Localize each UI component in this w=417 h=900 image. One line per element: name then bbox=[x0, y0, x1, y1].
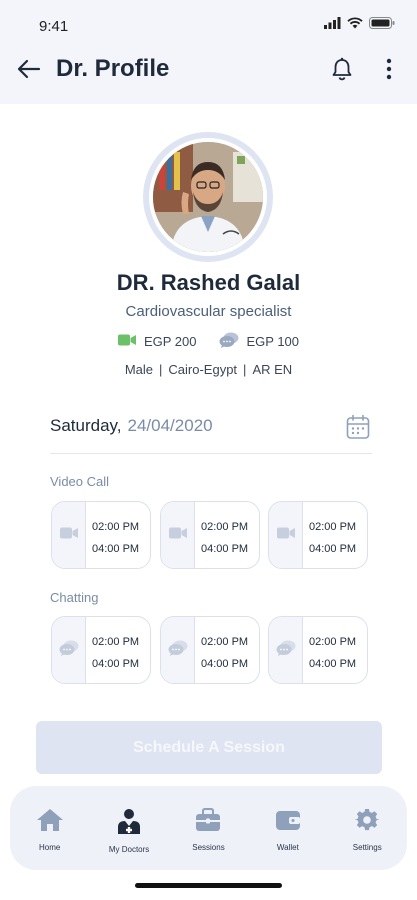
doctor-location: Cairo-Egypt bbox=[168, 362, 238, 377]
slot-times: 02:00 PM 04:00 PM bbox=[201, 516, 248, 560]
back-button[interactable] bbox=[14, 56, 44, 86]
bell-icon bbox=[331, 57, 353, 86]
page-title: Dr. Profile bbox=[56, 55, 170, 82]
wifi-icon bbox=[347, 17, 363, 29]
nav-item-home[interactable]: Home bbox=[15, 808, 85, 852]
nav-label: My Doctors bbox=[108, 845, 150, 854]
home-indicator[interactable] bbox=[135, 883, 282, 888]
video-camera-icon bbox=[59, 526, 78, 544]
price-row: EGP 200 EGP 100 bbox=[0, 332, 417, 351]
slot-times: 02:00 PM 04:00 PM bbox=[309, 631, 356, 675]
nav-row: Dr. Profile bbox=[0, 52, 417, 92]
slot-icon-box bbox=[52, 502, 86, 568]
chat-bubbles-icon bbox=[219, 332, 239, 351]
calendar-icon bbox=[346, 414, 370, 444]
nav-label: Wallet bbox=[276, 843, 299, 852]
more-options-button[interactable] bbox=[379, 56, 399, 86]
video-call-label: Video Call bbox=[50, 474, 110, 489]
slot-icon-box bbox=[269, 617, 303, 683]
battery-icon bbox=[369, 17, 395, 29]
calendar-button[interactable] bbox=[346, 414, 372, 440]
date-day: Saturday, bbox=[50, 416, 122, 435]
notifications-button[interactable] bbox=[327, 56, 357, 86]
doctor-icon bbox=[117, 808, 141, 839]
bottom-nav: Home My Doctors Sessions Wallet Settings bbox=[10, 786, 407, 870]
slot-start-time: 02:00 PM bbox=[309, 636, 357, 648]
chat-price: EGP 100 bbox=[219, 332, 300, 351]
doctor-languages: AR EN bbox=[252, 362, 293, 377]
nav-item-wallet[interactable]: Wallet bbox=[253, 808, 323, 852]
video-slot[interactable]: 02:00 PM 04:00 PM bbox=[160, 501, 260, 569]
wallet-icon bbox=[275, 808, 301, 837]
nav-label: Home bbox=[39, 843, 61, 852]
separator: | bbox=[243, 362, 247, 377]
slot-end-time: 04:00 PM bbox=[309, 543, 357, 555]
doctor-name: DR. Rashed Galal bbox=[116, 270, 301, 295]
chatting-label: Chatting bbox=[50, 590, 99, 605]
separator: | bbox=[159, 362, 163, 377]
doctor-gender: Male bbox=[124, 362, 154, 377]
slot-start-time: 02:00 PM bbox=[201, 636, 249, 648]
slot-end-time: 04:00 PM bbox=[92, 543, 140, 555]
nav-label: Settings bbox=[352, 843, 382, 852]
slot-times: 02:00 PM 04:00 PM bbox=[92, 516, 139, 560]
slot-end-time: 04:00 PM bbox=[92, 658, 140, 670]
gear-icon bbox=[354, 808, 380, 837]
status-time: 9:41 bbox=[39, 18, 69, 35]
slot-end-time: 04:00 PM bbox=[309, 658, 357, 670]
chat-slot[interactable]: 02:00 PM 04:00 PM bbox=[160, 616, 260, 684]
slot-icon-box bbox=[269, 502, 303, 568]
slot-times: 02:00 PM 04:00 PM bbox=[201, 631, 248, 675]
slot-icon-box bbox=[161, 502, 195, 568]
status-icons bbox=[324, 17, 395, 29]
slot-start-time: 02:00 PM bbox=[201, 521, 249, 533]
date-value: 24/04/2020 bbox=[127, 416, 213, 435]
schedule-session-button[interactable]: Schedule A Session bbox=[36, 721, 382, 774]
video-slot[interactable]: 02:00 PM 04:00 PM bbox=[268, 501, 368, 569]
slot-icon-box bbox=[52, 617, 86, 683]
chat-slot[interactable]: 02:00 PM 04:00 PM bbox=[51, 616, 151, 684]
video-camera-icon bbox=[168, 526, 187, 544]
doctor-specialty: Cardiovascular specialist bbox=[125, 303, 292, 320]
video-camera-icon bbox=[276, 526, 295, 544]
doctor-photo bbox=[153, 142, 263, 252]
chat-price-text: EGP 100 bbox=[246, 334, 300, 349]
slot-end-time: 04:00 PM bbox=[201, 658, 249, 670]
nav-item-sessions[interactable]: Sessions bbox=[173, 808, 243, 852]
avatar-frame bbox=[149, 138, 267, 256]
video-price: EGP 200 bbox=[117, 332, 197, 351]
more-vertical-icon bbox=[386, 58, 392, 85]
nav-label: Sessions bbox=[192, 843, 225, 852]
nav-item-settings[interactable]: Settings bbox=[332, 808, 402, 852]
chat-bubbles-icon bbox=[168, 640, 188, 661]
arrow-left-icon bbox=[17, 59, 41, 84]
video-camera-icon bbox=[117, 334, 136, 349]
header: 9:41 Dr. Profile bbox=[0, 0, 417, 104]
avatar bbox=[143, 132, 273, 262]
slot-end-time: 04:00 PM bbox=[201, 543, 249, 555]
date-label: Saturday, 24/04/2020 bbox=[50, 416, 213, 436]
slot-times: 02:00 PM 04:00 PM bbox=[92, 631, 139, 675]
chat-slot[interactable]: 02:00 PM 04:00 PM bbox=[268, 616, 368, 684]
doctor-details: Male | Cairo-Egypt | AR EN bbox=[0, 362, 417, 377]
briefcase-icon bbox=[195, 808, 221, 837]
slot-icon-box bbox=[161, 617, 195, 683]
slot-start-time: 02:00 PM bbox=[92, 521, 140, 533]
slot-start-time: 02:00 PM bbox=[309, 521, 357, 533]
home-icon bbox=[36, 808, 64, 837]
nav-item-my-doctors[interactable]: My Doctors bbox=[94, 808, 164, 854]
video-price-text: EGP 200 bbox=[143, 334, 197, 349]
video-slot[interactable]: 02:00 PM 04:00 PM bbox=[51, 501, 151, 569]
slot-start-time: 02:00 PM bbox=[92, 636, 140, 648]
date-selector[interactable]: Saturday, 24/04/2020 bbox=[50, 414, 372, 454]
slot-times: 02:00 PM 04:00 PM bbox=[309, 516, 356, 560]
chat-bubbles-icon bbox=[59, 640, 79, 661]
status-bar: 9:41 bbox=[0, 0, 417, 52]
chat-bubbles-icon bbox=[276, 640, 296, 661]
signal-icon bbox=[324, 17, 341, 29]
